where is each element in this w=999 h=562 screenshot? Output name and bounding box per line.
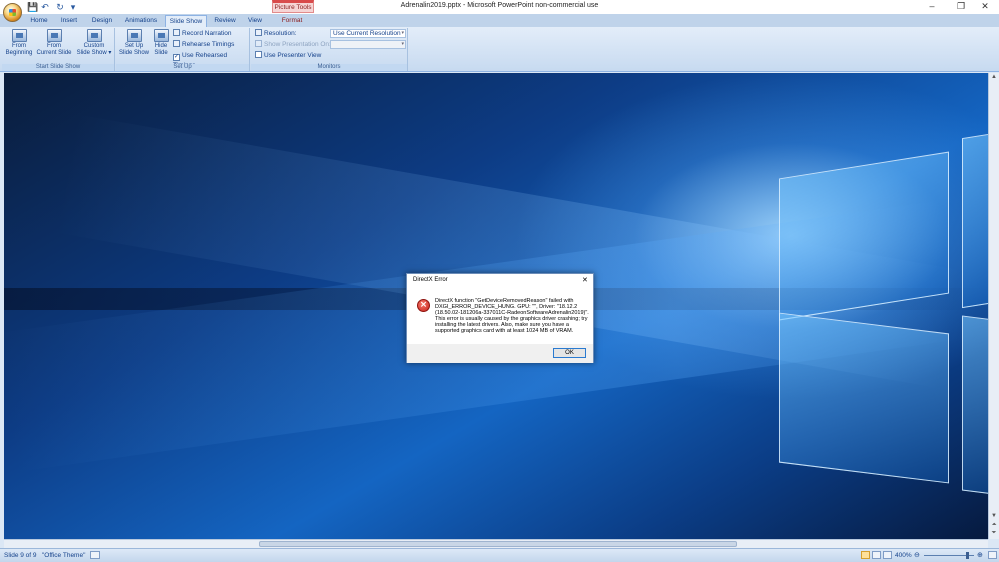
status-bar: Slide 9 of 9 "Office Theme" 400% ⊖ ⊕ (0, 548, 999, 562)
theme-name: "Office Theme" (42, 552, 86, 559)
monitors-group: Resolution: Use Current Resolution ▾ Show… (251, 28, 408, 71)
show-presentation-on-label: Show Presentation On: (255, 40, 331, 49)
ribbon-tabs: Home Insert Design Animations Slide Show… (0, 14, 999, 27)
zoom-slider-thumb[interactable] (966, 552, 969, 559)
chevron-down-icon: ▾ (401, 41, 404, 47)
group-label-start: Start Slide Show (2, 64, 114, 71)
dialog-title: DirectX Error (413, 277, 448, 283)
windows-logo-pane (962, 315, 988, 496)
vertical-scrollbar[interactable]: ▲ ▼ ⏶ ⏷ (988, 73, 999, 539)
hide-slide-button[interactable]: Hide Slide (152, 29, 170, 56)
horizontal-scrollbar[interactable] (4, 539, 988, 548)
setup-show-icon (126, 29, 142, 42)
zoom-level[interactable]: 400% (895, 552, 912, 559)
minimize-button[interactable]: – (918, 0, 946, 13)
directx-error-dialog: DirectX Error ✕ × DirectX function "GetD… (406, 273, 594, 363)
fit-to-window-icon[interactable] (988, 551, 997, 559)
display-icon (255, 40, 262, 47)
slide-sorter-icon[interactable] (872, 551, 881, 559)
use-presenter-view-checkbox[interactable]: Use Presenter View (255, 51, 321, 60)
zoom-out-icon[interactable]: ⊖ (914, 551, 920, 559)
set-up-group: Set Up Slide Show Hide Slide Record Narr… (116, 28, 250, 71)
ok-button[interactable]: OK (553, 348, 586, 358)
dialog-footer: OK (407, 344, 593, 363)
scroll-down-icon[interactable]: ▼ (990, 513, 998, 521)
next-slide-icon[interactable]: ⏷ (990, 530, 998, 537)
scroll-thumb[interactable] (259, 541, 737, 547)
microphone-icon (173, 29, 180, 36)
zoom-in-icon[interactable]: ⊕ (977, 551, 983, 559)
tab-insert[interactable]: Insert (55, 15, 83, 27)
tab-format[interactable]: Format (272, 15, 312, 27)
window-title: Adrenalin2019.pptx - Microsoft PowerPoin… (400, 2, 599, 9)
slide-show-view-icon[interactable] (883, 551, 892, 559)
chevron-down-icon: ▾ (401, 30, 404, 36)
checkbox-checked-icon: ✓ (173, 54, 180, 61)
from-beginning-button[interactable]: From Beginning (3, 29, 35, 56)
use-rehearsed-timings-checkbox[interactable]: ✓Use Rehearsed Timings (173, 51, 249, 69)
tab-animations[interactable]: Animations (121, 15, 161, 27)
tab-home[interactable]: Home (27, 15, 51, 27)
rehearse-timings-button[interactable]: Rehearse Timings (173, 40, 234, 49)
close-button[interactable]: ✕ (971, 0, 999, 13)
title-bar: 💾 ↶ ↻ ▾ Picture Tools Adrenalin2019.pptx… (0, 0, 999, 22)
monitor-icon (255, 29, 262, 36)
scroll-up-icon[interactable]: ▲ (990, 74, 998, 82)
hide-slide-icon (153, 29, 169, 42)
slideshow-play-icon (11, 29, 27, 42)
resolution-label: Resolution: (255, 29, 297, 38)
normal-view-icon[interactable] (861, 551, 870, 559)
custom-show-icon (86, 29, 102, 42)
windows-logo-pane (962, 131, 988, 309)
dialog-close-button[interactable]: ✕ (582, 276, 588, 284)
previous-slide-icon[interactable]: ⏶ (990, 522, 998, 529)
windows-logo-pane (779, 151, 949, 321)
windows-logo-pane (779, 312, 949, 484)
group-label-setup: Set Up (116, 64, 249, 71)
slide-counter: Slide 9 of 9 (4, 552, 37, 559)
timer-icon (173, 40, 180, 47)
group-label-monitors: Monitors (251, 64, 407, 71)
custom-slide-show-button[interactable]: Custom Slide Show ▾ (75, 29, 113, 56)
tab-slide-show[interactable]: Slide Show (165, 15, 207, 27)
set-up-slide-show-button[interactable]: Set Up Slide Show (118, 29, 150, 56)
dialog-message: DirectX function "GetDeviceRemovedReason… (435, 298, 589, 334)
show-presentation-on-select[interactable]: ▾ (330, 40, 406, 49)
ribbon: From Beginning From Current Slide Custom… (0, 27, 999, 72)
checkbox-unchecked-icon (255, 51, 262, 58)
error-icon: × (417, 299, 430, 312)
tab-view[interactable]: View (243, 15, 267, 27)
record-narration-button[interactable]: Record Narration (173, 29, 232, 38)
tab-design[interactable]: Design (87, 15, 117, 27)
from-current-slide-button[interactable]: From Current Slide (36, 29, 72, 56)
resolution-select[interactable]: Use Current Resolution ▾ (330, 29, 406, 38)
slideshow-current-icon (46, 29, 62, 42)
office-button[interactable] (3, 3, 22, 22)
tab-review[interactable]: Review (211, 15, 239, 27)
spelling-check-icon[interactable] (90, 551, 100, 559)
start-slide-show-group: From Beginning From Current Slide Custom… (2, 28, 115, 71)
